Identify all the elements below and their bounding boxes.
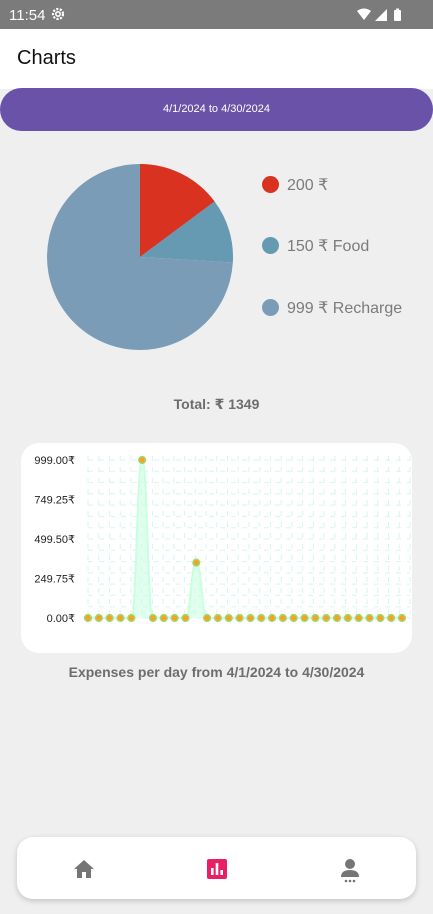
data-point	[224, 613, 233, 623]
legend-color-dot	[262, 237, 279, 254]
data-point	[322, 613, 331, 623]
data-point	[246, 613, 255, 623]
data-point	[116, 613, 125, 623]
y-tick-label: 749.25₹	[34, 495, 75, 507]
home-icon	[74, 860, 94, 878]
y-tick-label: 999.00₹	[34, 455, 75, 467]
status-time: 11:54	[9, 7, 46, 24]
data-point	[203, 613, 212, 623]
data-point	[343, 613, 352, 623]
data-point	[83, 613, 93, 623]
data-point	[181, 613, 190, 623]
legend-color-dot	[262, 176, 279, 193]
total-label: Total: ₹ 1349	[173, 396, 260, 412]
line-chart-caption: Expenses per day from 4/1/2024 to 4/30/2…	[68, 664, 365, 680]
account-icon	[341, 859, 359, 883]
data-point	[354, 613, 363, 623]
cell-signal-icon	[375, 9, 387, 21]
app-bar: Charts	[0, 29, 433, 89]
data-point	[148, 613, 158, 623]
y-tick-label: 0.00₹	[47, 613, 75, 625]
bar-chart-icon	[207, 859, 227, 879]
legend-label: 200 ₹	[287, 177, 329, 194]
nav-profile-button[interactable]	[283, 837, 416, 899]
legend-label: 999 ₹ Recharge	[287, 300, 403, 317]
line-chart-card: 999.00₹ 749.25₹ 499.50₹ 249.75₹ 0.00₹	[21, 443, 412, 653]
data-point	[311, 613, 320, 623]
data-point	[235, 613, 244, 623]
date-range-button[interactable]: 4/1/2024 to 4/30/2024	[0, 88, 433, 131]
page-title: Charts	[17, 47, 76, 69]
data-point	[267, 613, 277, 623]
data-point	[376, 613, 385, 623]
line-chart: 999.00₹ 749.25₹ 499.50₹ 249.75₹ 0.00₹	[34, 455, 411, 625]
data-point	[397, 613, 407, 623]
data-point	[138, 455, 147, 465]
y-tick-label: 499.50₹	[34, 534, 75, 546]
data-point	[257, 613, 266, 623]
data-point	[170, 613, 179, 623]
battery-icon	[394, 8, 401, 21]
data-point	[213, 613, 223, 623]
legend-label: 150 ₹ Food	[287, 238, 370, 255]
data-point	[387, 613, 396, 623]
settings-gear-icon	[51, 7, 65, 26]
pie-chart	[47, 164, 234, 350]
data-point	[300, 613, 309, 623]
data-point	[332, 613, 342, 623]
y-tick-label: 249.75₹	[34, 574, 75, 586]
data-point	[365, 613, 374, 623]
data-point	[94, 613, 103, 623]
data-point	[127, 613, 136, 623]
wifi-icon	[357, 8, 371, 20]
nav-charts-button[interactable]	[150, 837, 283, 899]
data-point	[289, 613, 298, 623]
status-bar: 11:54	[0, 0, 433, 29]
data-point	[192, 558, 201, 567]
data-point	[159, 613, 168, 623]
nav-home-button[interactable]	[17, 837, 150, 899]
data-point	[278, 613, 288, 623]
bottom-navigation	[17, 837, 416, 899]
status-icons	[357, 8, 407, 27]
legend-color-dot	[262, 299, 279, 316]
data-point	[105, 613, 114, 623]
